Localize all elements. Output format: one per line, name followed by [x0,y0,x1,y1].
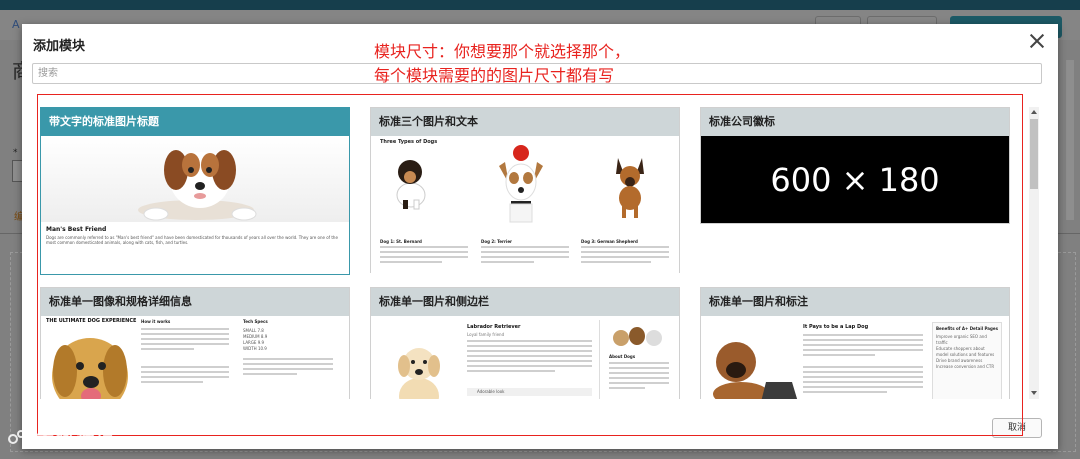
module-card-title: 标准单一图片和侧边栏 [371,288,679,316]
preview-label-3: Dog 3: German Shepherd [581,239,638,244]
module-card-image-callout[interactable]: 标准单一图片和标注 It Pays to be a Lap Dog Benefi… [700,287,1010,399]
module-card-title: 标准公司徽标 [701,108,1009,136]
module-card-title: 带文字的标准图片标题 [41,108,349,136]
spec-item: WIDTH 10.9 [243,346,267,351]
preview-heading: Labrador Retriever [467,324,521,330]
preview-text-lines [141,328,229,353]
preview-heading: THE ULTIMATE DOG EXPERIENCE [46,318,137,324]
preview-label-2: Dog 2: Terrier [481,239,513,244]
scroll-up-icon[interactable] [1031,110,1037,114]
module-preview: Three Types of Dogs Dog 1: St. Bernard D… [371,136,679,273]
module-card-company-logo[interactable]: 标准公司徽标 600 × 180 [700,107,1010,224]
watermark: 大数跨境 [8,424,116,450]
preview-heading: It Pays to be a Lap Dog [803,324,869,330]
dogs-thumbnail [613,327,662,346]
scrollbar-thumb[interactable] [1030,119,1038,189]
module-card-title: 标准三个图片和文本 [371,108,679,136]
module-preview: THE ULTIMATE DOG EXPERIENCE How it works… [41,316,349,399]
callout-item: Increase conversion and CTR [936,364,995,369]
module-card-image-specs[interactable]: 标准单一图像和规格详细信息 THE ULTIMATE DOG EXPERIENC… [40,287,350,399]
golden-dog-image [52,338,128,399]
preview-text-lines [581,246,669,266]
preview-text-lines [243,358,333,378]
module-preview: It Pays to be a Lap Dog Benefits of A+ D… [701,316,1009,399]
callout-title: Benefits of A+ Detail Pages [936,326,998,331]
background-scrollbar [1066,60,1074,220]
preview-heading: Three Types of Dogs [380,139,438,145]
module-grid: 带文字的标准图片标题 Man's Best Friend Dogs are co… [40,107,1014,399]
dog-image-3 [616,158,644,218]
dialog-title: 添加模块 [33,39,86,54]
callout-list: Improve organic SEO and traffic Educate … [933,334,1001,370]
callout-item: Educate shoppers about model solutions a… [936,346,995,357]
preview-caption-text: Dogs are commonly referred to as "Man's … [46,235,338,245]
preview-col1-title: How it works [141,319,171,324]
dog-image-1 [396,160,426,210]
preview-label-1: Dog 1: St. Bernard [380,239,422,244]
preview-text-lines [380,246,468,266]
module-card-title: 标准单一图片和标注 [701,288,1009,316]
labrador-image [398,348,440,399]
module-list-scrollbar[interactable] [1029,107,1039,399]
module-card-image-header-text[interactable]: 带文字的标准图片标题 Man's Best Friend Dogs are co… [40,107,350,275]
annotation-line-1: 模块尺寸：你想要那个就选择那个， [374,42,631,61]
preview-caption-title: Man's Best Friend [46,226,107,233]
preview-col2-title: Tech Specs [243,319,268,324]
callout-box: Benefits of A+ Detail Pages Improve orga… [932,322,1002,399]
preview-text-lines [803,366,923,396]
callout-item: Improve organic SEO and traffic [936,334,987,345]
module-card-title: 标准单一图像和规格详细信息 [41,288,349,316]
boxer-laptop-image [713,342,798,399]
watermark-logo-icon [8,428,30,446]
module-card-image-sidebar[interactable]: 标准单一图片和侧边栏 Labrador Retriever Loyal fami… [370,287,680,399]
sidebar-divider [599,320,600,399]
cancel-button[interactable]: 取消 [992,418,1042,438]
watermark-text: 大数跨境 [36,428,116,449]
annotation-note: 模块尺寸：你想要那个就选择那个， 每个模块需要的的图片尺寸都有写 [374,40,630,88]
top-bar [0,0,1080,10]
close-icon[interactable] [1028,32,1046,50]
dog-image-2 [499,145,543,223]
annotation-line-2: 每个模块需要的的图片尺寸都有写 [374,66,615,85]
scroll-down-icon[interactable] [1031,391,1037,395]
preview-text-lines [141,366,229,386]
spec-list: SMALL 7.8 MEDIUM 8.9 LARGE 9.9 WIDTH 10.… [243,328,267,352]
preview-text-lines [609,362,669,392]
preview-text-lines [481,246,569,266]
background-breadcrumb: A [12,18,21,31]
background-label: * [13,148,18,158]
puppy-illustration [138,150,257,221]
preview-sub: Loyal family friend [467,332,505,337]
add-module-dialog: 添加模块 模块尺寸：你想要那个就选择那个， 每个模块需要的的图片尺寸都有写 带文… [22,24,1058,449]
logo-placeholder: 600 × 180 [701,136,1009,223]
sidebar-label: About Dogs [609,354,636,359]
module-card-three-images-text[interactable]: 标准三个图片和文本 Three Types of Dogs Dog 1: St.… [370,107,680,273]
checklist-item: Adorable look [467,388,592,396]
preview-text-lines [803,334,923,359]
module-preview: Man's Best Friend Dogs are commonly refe… [41,136,349,273]
preview-text-lines [467,340,592,375]
module-preview: Labrador Retriever Loyal family friend A… [371,316,679,399]
